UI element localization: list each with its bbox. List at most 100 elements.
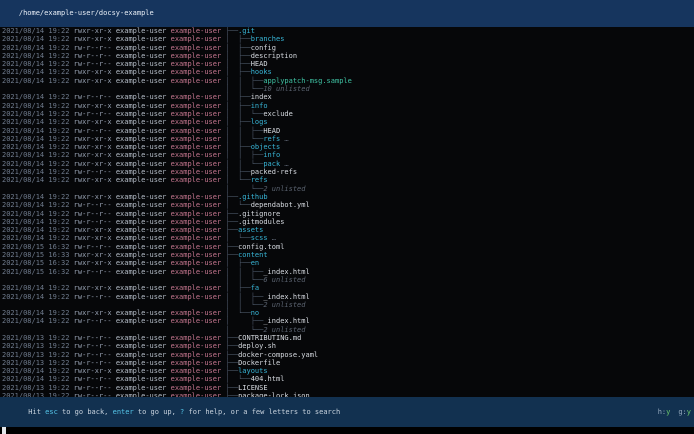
tree-row[interactable]: 2021/08/14 19:22 rw-r--r-- example-user …: [2, 293, 694, 301]
tree-row[interactable]: 2021/08/14 19:22 rwxr-xr-x example-user …: [2, 151, 694, 159]
tree-row[interactable]: 2021/08/14 19:22 rwxr-xr-x example-user …: [2, 135, 694, 143]
entry-date: 2021/08/14 19:22: [2, 168, 74, 177]
truncation-ellipsis: …: [280, 159, 289, 168]
entry-date: 2021/08/14 19:22: [2, 317, 74, 326]
entry-group: example-user: [170, 242, 226, 251]
tree-row[interactable]: 2021/08/14 19:22 rw-r--r-- example-user …: [2, 44, 694, 52]
entry-permissions: [74, 301, 116, 309]
tree-row[interactable]: 2021/08/14 19:22 rwxr-xr-x example-user …: [2, 35, 694, 43]
hint-text: to go up,: [133, 408, 181, 416]
entry-owner: example-user: [115, 383, 171, 392]
tree-row[interactable]: 2021/08/14 19:22 rwxr-xr-x example-user …: [2, 77, 694, 85]
entry-owner: example-user: [115, 35, 171, 44]
entry-group: example-user: [170, 367, 226, 376]
entry-date: 2021/08/14 19:22: [2, 217, 74, 226]
entry-name: 404.html: [250, 375, 285, 384]
entry-date: 2021/08/14 19:22: [2, 43, 74, 52]
tree-branch-icon: │ └──: [225, 375, 251, 384]
tree-branch-icon: │ │ ├──: [225, 76, 264, 85]
entry-name: pack: [263, 159, 281, 168]
tree-row[interactable]: │ │ └──2 unlisted: [2, 301, 694, 309]
tree-row[interactable]: 2021/08/14 19:22 rw-r--r-- example-user …: [2, 201, 694, 209]
entry-name: assets: [238, 226, 264, 235]
entry-owner: [116, 85, 171, 93]
tree-row[interactable]: 2021/08/13 19:22 rw-r--r-- example-user …: [2, 384, 694, 392]
tree-row[interactable]: 2021/08/14 19:22 rw-r--r-- example-user …: [2, 210, 694, 218]
entry-date: [2, 185, 74, 193]
entry-group: example-user: [170, 309, 226, 318]
tree-row[interactable]: 2021/08/13 19:22 rw-r--r-- example-user …: [2, 351, 694, 359]
entry-owner: example-user: [115, 367, 171, 376]
entry-group: example-user: [170, 226, 226, 235]
entry-date: 2021/08/14 19:22: [2, 35, 74, 44]
entry-group: example-user: [170, 118, 226, 127]
gitignore-flag-value: y: [686, 408, 691, 416]
tree-row[interactable]: 2021/08/14 19:22 rwxr-xr-x example-user …: [2, 160, 694, 168]
entry-date: [2, 85, 74, 93]
tree-row[interactable]: 2021/08/14 19:22 rwxr-xr-x example-user …: [2, 234, 694, 242]
tree-row[interactable]: 2021/08/14 19:22 rw-r--r-- example-user …: [2, 127, 694, 135]
tree-row[interactable]: 2021/08/14 19:22 rw-r--r-- example-user …: [2, 317, 694, 325]
tree-branch-icon: │ │ └──: [225, 134, 264, 143]
entry-owner: example-user: [115, 68, 171, 77]
tree-row[interactable]: 2021/08/14 19:22 rw-r--r-- example-user …: [2, 93, 694, 101]
tree-row[interactable]: 2021/08/14 19:22 rw-r--r-- example-user …: [2, 52, 694, 60]
tree-row[interactable]: 2021/08/14 19:22 rwxr-xr-x example-user …: [2, 118, 694, 126]
entry-name: refs: [250, 176, 268, 185]
tree-branch-icon: ├──: [225, 226, 239, 235]
tree-row[interactable]: 2021/08/15 16:32 rw-r--r-- example-user …: [2, 243, 694, 251]
tree-row[interactable]: 2021/08/14 19:22 rwxr-xr-x example-user …: [2, 193, 694, 201]
tree-row[interactable]: 2021/08/14 19:22 rwxr-xr-x example-user …: [2, 102, 694, 110]
entry-group: example-user: [170, 134, 226, 143]
entry-date: 2021/08/14 19:22: [2, 143, 74, 152]
entry-group: example-user: [170, 217, 226, 226]
entry-permissions: rwxr-xr-x: [73, 143, 116, 152]
search-input[interactable]: [0, 427, 694, 434]
tree-row[interactable]: │ └──2 unlisted: [2, 326, 694, 334]
tree-branch-icon: │ ├──: [225, 35, 251, 44]
tree-branch-icon: │ ├──: [225, 101, 251, 110]
tree-row[interactable]: 2021/08/14 19:22 rw-r--r-- example-user …: [2, 375, 694, 383]
entry-name: .gitmodules: [238, 217, 285, 226]
tree-branch-icon: │ └──: [225, 184, 264, 193]
tree-row[interactable]: 2021/08/14 19:22 rwxr-xr-x example-user …: [2, 284, 694, 292]
entry-group: example-user: [170, 259, 226, 268]
entry-permissions: rwxr-xr-x: [73, 159, 116, 168]
entry-name: refs: [263, 134, 281, 143]
entry-permissions: rwxr-xr-x: [73, 176, 116, 185]
entry-owner: example-user: [115, 51, 171, 60]
tree-branch-icon: ├──: [225, 350, 239, 359]
root-path-bar[interactable]: /home/example-user/docsy-example: [0, 0, 694, 27]
entry-owner: example-user: [115, 292, 171, 301]
tree-row[interactable]: 2021/08/14 19:22 rwxr-xr-x example-user …: [2, 68, 694, 76]
tree-row[interactable]: 2021/08/13 19:22 rw-r--r-- example-user …: [2, 359, 694, 367]
entry-name: layouts: [238, 367, 268, 376]
gitignore-flag-label: g:: [678, 408, 687, 416]
entry-group: example-user: [170, 168, 226, 177]
hidden-flag-label: h:: [657, 408, 667, 416]
tree-row[interactable]: 2021/08/15 16:32 rw-r--r-- example-user …: [2, 268, 694, 276]
tree-row[interactable]: │ └──2 unlisted: [2, 185, 694, 193]
tree-row[interactable]: 2021/08/13 19:22 rw-r--r-- example-user …: [2, 342, 694, 350]
entry-date: 2021/08/14 19:22: [2, 176, 74, 185]
tree-row[interactable]: 2021/08/14 19:22 rwxr-xr-x example-user …: [2, 176, 694, 184]
entry-name: config.toml: [238, 242, 285, 251]
entry-group: example-user: [170, 27, 226, 35]
tree-branch-icon: │ │ ├──: [225, 292, 264, 301]
entry-permissions: rwxr-xr-x: [73, 101, 116, 110]
entry-name: en: [250, 259, 260, 268]
entry-permissions: rw-r--r--: [73, 60, 116, 69]
tree-row[interactable]: │ │ └──6 unlisted: [2, 276, 694, 284]
tree-rows: 2021/08/14 19:22 rwxr-xr-x example-user …: [0, 27, 694, 397]
tree-row[interactable]: 2021/08/15 16:32 rwxr-xr-x example-user …: [2, 259, 694, 267]
enter-key-hint: enter: [112, 408, 134, 416]
entry-date: 2021/08/14 19:22: [2, 375, 74, 384]
entry-name: fa: [250, 284, 260, 293]
entry-group: example-user: [170, 383, 226, 392]
entry-name: hooks: [250, 68, 272, 77]
entry-owner: example-user: [115, 251, 171, 260]
entry-name: 2 unlisted: [263, 184, 306, 193]
entry-date: 2021/08/14 19:22: [2, 201, 74, 210]
tree-row[interactable]: 2021/08/14 19:22 rw-r--r-- example-user …: [2, 218, 694, 226]
entry-permissions: rw-r--r--: [73, 383, 116, 392]
